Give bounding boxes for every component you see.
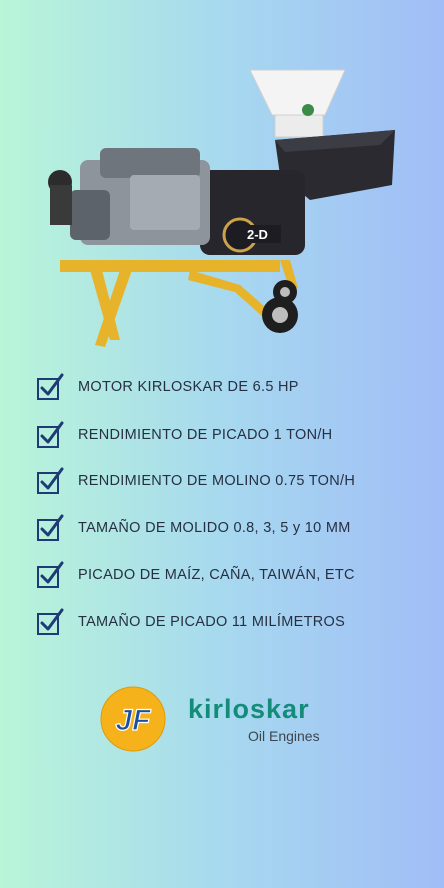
feature-label: TAMAÑO DE MOLIDO 0.8, 3, 5 y 10 MM xyxy=(78,520,351,536)
checkbox-icon xyxy=(37,561,64,588)
checkbox-icon xyxy=(37,467,64,494)
feature-label: PICADO DE MAÍZ, CAÑA, TAIWÁN, ETC xyxy=(78,567,355,583)
feature-row: PICADO DE MAÍZ, CAÑA, TAIWÁN, ETC xyxy=(36,560,436,590)
feature-label: RENDIMIENTO DE PICADO 1 TON/H xyxy=(78,427,333,443)
feature-row: RENDIMIENTO DE PICADO 1 TON/H xyxy=(36,420,436,450)
checkbox-icon xyxy=(37,421,64,448)
kirloskar-subtitle: Oil Engines xyxy=(248,728,320,744)
jf-logo-text: JF xyxy=(115,704,151,737)
feature-label: RENDIMIENTO DE MOLINO 0.75 TON/H xyxy=(78,473,356,489)
kirloskar-wordmark: kirloskar xyxy=(188,694,310,724)
feature-row: RENDIMIENTO DE MOLINO 0.75 TON/H xyxy=(36,466,436,496)
machine-badge: 2-D xyxy=(247,227,268,242)
checkbox-icon xyxy=(37,514,64,541)
jf-logo: JF xyxy=(100,686,166,752)
kirloskar-logo: kirloskar Oil Engines xyxy=(188,694,348,754)
feature-row: TAMAÑO DE PICADO 11 MILÍMETROS xyxy=(36,607,436,637)
feature-row: MOTOR KIRLOSKAR DE 6.5 HP xyxy=(36,372,436,402)
checkbox-icon xyxy=(37,373,64,400)
machine-image: 2-D xyxy=(48,69,395,347)
feature-label: TAMAÑO DE PICADO 11 MILÍMETROS xyxy=(78,614,346,630)
feature-label: MOTOR KIRLOSKAR DE 6.5 HP xyxy=(78,379,299,395)
checkbox-icon xyxy=(37,608,64,635)
feature-row: TAMAÑO DE MOLIDO 0.8, 3, 5 y 10 MM xyxy=(36,513,436,543)
